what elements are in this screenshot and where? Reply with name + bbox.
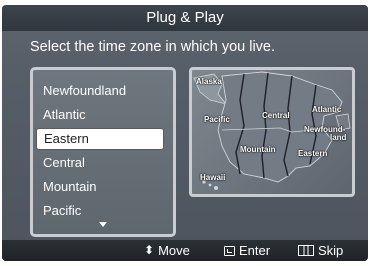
timezone-option-newfoundland[interactable]: Newfoundland [36, 80, 164, 102]
map-label-pacific: Pacific [204, 115, 230, 124]
hint-skip-label: Skip [318, 243, 344, 258]
timezone-option-pacific[interactable]: Pacific [36, 200, 164, 222]
timezone-list: Newfoundland Atlantic Eastern Central Mo… [33, 80, 173, 224]
scroll-down-icon[interactable] [99, 222, 107, 227]
footer-bar: ⬍ Move Enter Skip [2, 240, 368, 261]
enter-icon [224, 246, 235, 256]
timezone-option-eastern[interactable]: Eastern [36, 128, 164, 150]
tv-screen: Plug & Play Select the time zone in whic… [0, 0, 370, 266]
hint-move-label: Move [158, 243, 190, 258]
map-label-atlantic: Atlantic [312, 105, 342, 114]
dialog-title: Plug & Play [2, 5, 368, 31]
timezone-list-panel: Newfoundland Atlantic Eastern Central Mo… [30, 67, 176, 237]
hint-enter-label: Enter [239, 243, 271, 258]
skip-icon [298, 245, 314, 256]
map-label-central: Central [262, 111, 290, 120]
plug-and-play-dialog: Plug & Play Select the time zone in whic… [2, 5, 368, 261]
timezone-map: Alaska Pacific Central Atlantic Newfound… [189, 67, 355, 197]
map-label-eastern: Eastern [298, 149, 328, 158]
hint-enter: Enter [224, 240, 270, 261]
up-down-arrows-icon: ⬍ [144, 243, 155, 257]
map-label-alaska: Alaska [196, 77, 222, 86]
hint-move: ⬍ Move [144, 240, 190, 261]
map-label-mountain: Mountain [240, 145, 276, 154]
map-label-hawaii: Hawaii [200, 173, 226, 182]
timezone-option-atlantic[interactable]: Atlantic [36, 104, 164, 126]
timezone-option-mountain[interactable]: Mountain [36, 176, 164, 198]
map-label-newfoundland-2: land [330, 133, 347, 142]
timezone-option-central[interactable]: Central [36, 152, 164, 174]
instruction-text: Select the time zone in which you live. [30, 39, 276, 55]
hint-skip: Skip [298, 240, 343, 261]
